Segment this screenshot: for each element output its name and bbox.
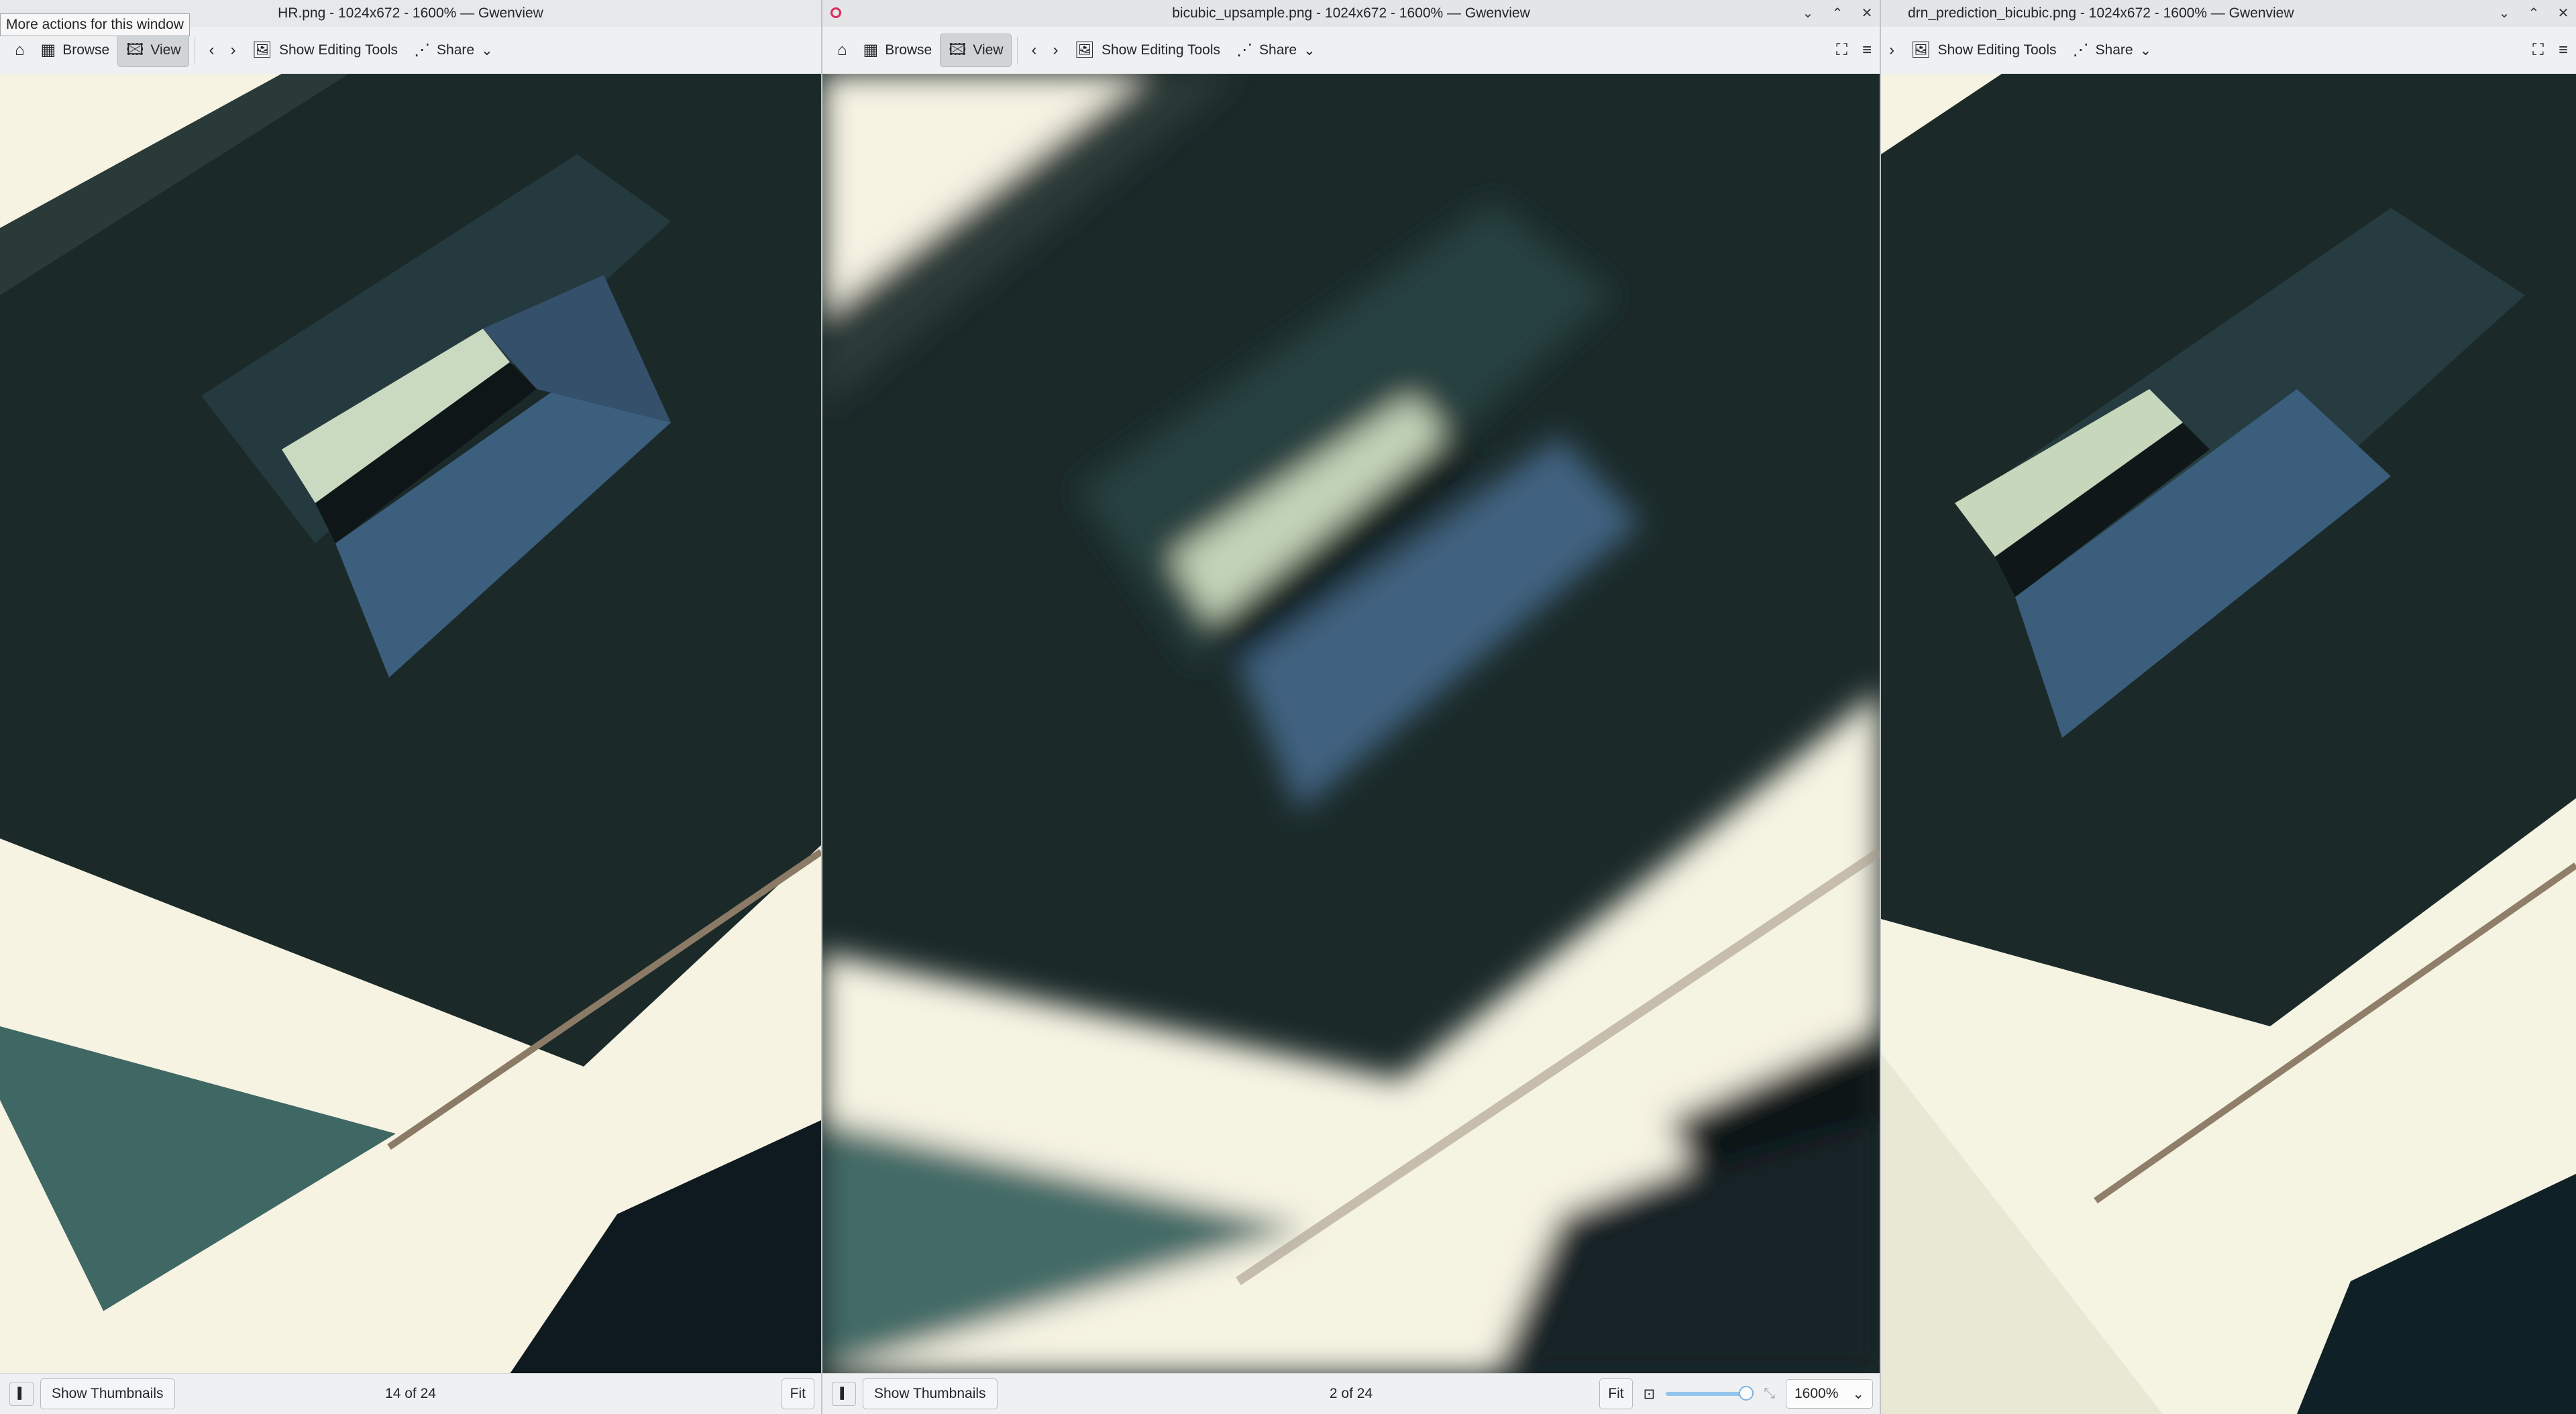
- show-editing-tools-button[interactable]: 🖼 Show Editing Tools: [1902, 34, 2065, 66]
- previous-button[interactable]: ‹: [201, 34, 222, 66]
- home-button[interactable]: ⌂: [829, 34, 855, 66]
- fit-label: Fit: [1608, 1386, 1624, 1401]
- maximize-icon[interactable]: ⌃: [1830, 0, 1845, 27]
- share-label: Share: [1259, 42, 1297, 58]
- main-toolbar: › 🖼 Show Editing Tools ⋰ Share ⌄ ⛶ ≡: [1881, 27, 2576, 74]
- gwenview-app-icon[interactable]: [830, 7, 841, 18]
- titlebar[interactable]: bicubic_upsample.png - 1024x672 - 1600% …: [822, 0, 1880, 27]
- chevron-right-icon: ›: [1889, 41, 1894, 59]
- titlebar[interactable]: drn_prediction_bicubic.png - 1024x672 - …: [1881, 0, 2576, 27]
- zoom-level-combobox[interactable]: 1600% ⌄: [1786, 1379, 1873, 1409]
- share-label: Share: [2095, 42, 2133, 58]
- share-button[interactable]: ⋰ Share ⌄: [1228, 34, 1324, 66]
- show-thumbnails-button[interactable]: Show Thumbnails: [863, 1378, 998, 1409]
- browse-label: Browse: [62, 42, 110, 58]
- browse-label: Browse: [885, 42, 932, 58]
- share-button[interactable]: ⋰ Share ⌄: [2065, 34, 2160, 66]
- show-thumbnails-label: Show Thumbnails: [52, 1386, 164, 1401]
- share-icon: ⋰: [1236, 41, 1253, 59]
- sidebar-icon: ▌: [840, 1388, 848, 1399]
- fit-button[interactable]: Fit: [1599, 1378, 1633, 1409]
- edit-image-icon: 🖼: [252, 41, 272, 59]
- gwenview-window-hr: HR.png - 1024x672 - 1600% — Gwenview ⌂ ▦…: [0, 0, 821, 1414]
- window-title: HR.png - 1024x672 - 1600% — Gwenview: [278, 5, 543, 21]
- view-button[interactable]: 🖾 View: [940, 34, 1012, 67]
- view-button[interactable]: 🖾 View: [117, 34, 190, 67]
- window-actions-tooltip: More actions for this window: [0, 13, 190, 36]
- next-button[interactable]: ›: [222, 34, 244, 66]
- browse-button[interactable]: ▦ Browse: [855, 34, 941, 66]
- fullscreen-icon[interactable]: ⛶: [1836, 42, 1847, 58]
- image-canvas: [1881, 74, 2576, 1414]
- share-button[interactable]: ⋰ Share ⌄: [406, 34, 501, 66]
- sidebar-toggle-button[interactable]: ▌: [9, 1382, 34, 1406]
- browse-button[interactable]: ▦ Browse: [33, 34, 118, 66]
- image-canvas: [822, 74, 1880, 1374]
- home-icon: ⌂: [837, 41, 847, 59]
- next-button[interactable]: ›: [1044, 34, 1066, 66]
- show-editing-tools-button[interactable]: 🖼 Show Editing Tools: [244, 34, 406, 66]
- chevron-right-icon: ›: [1053, 41, 1059, 59]
- share-icon: ⋰: [2072, 41, 2089, 59]
- fit-button[interactable]: Fit: [781, 1378, 814, 1409]
- edit-label: Show Editing Tools: [278, 42, 398, 58]
- fullscreen-icon[interactable]: ⛶: [2532, 42, 2544, 58]
- edit-label: Show Editing Tools: [1937, 42, 2057, 58]
- hamburger-menu-icon[interactable]: ≡: [2559, 42, 2568, 58]
- hamburger-menu-icon[interactable]: ≡: [1862, 42, 1872, 58]
- zoom-level-value: 1600%: [1794, 1386, 1839, 1401]
- image-view[interactable]: [0, 74, 821, 1374]
- maximize-icon[interactable]: ⌃: [2526, 0, 2541, 27]
- main-toolbar: ⌂ ▦ Browse 🖾 View ‹ › 🖼 Show Editing Tools …: [822, 27, 1880, 74]
- close-icon[interactable]: ✕: [1860, 0, 1874, 27]
- view-label: View: [150, 42, 181, 58]
- minimize-icon[interactable]: ⌄: [2497, 0, 2512, 27]
- image-view[interactable]: [822, 74, 1880, 1374]
- next-button[interactable]: ›: [1881, 34, 1902, 66]
- image-view[interactable]: [1881, 74, 2576, 1414]
- previous-button[interactable]: ‹: [1023, 34, 1044, 66]
- zoom-slider-handle[interactable]: [1738, 1386, 1754, 1401]
- window-title: drn_prediction_bicubic.png - 1024x672 - …: [1908, 5, 2294, 21]
- separator: [1017, 37, 1018, 64]
- chevron-down-icon: ⌄: [1852, 1386, 1864, 1402]
- image-canvas: [0, 74, 821, 1374]
- show-editing-tools-button[interactable]: 🖼 Show Editing Tools: [1066, 34, 1228, 66]
- status-bar: ▌ Show Thumbnails 14 of 24 Fit: [0, 1373, 821, 1414]
- edit-label: Show Editing Tools: [1101, 42, 1221, 58]
- grid-icon: ▦: [863, 41, 879, 59]
- share-icon: ⋰: [414, 41, 431, 59]
- chevron-left-icon: ‹: [1031, 41, 1037, 59]
- chevron-down-icon: ⌄: [481, 42, 493, 58]
- gwenview-window-drn: drn_prediction_bicubic.png - 1024x672 - …: [1881, 0, 2576, 1414]
- fit-label: Fit: [790, 1386, 806, 1401]
- close-icon[interactable]: ✕: [2556, 0, 2571, 27]
- show-thumbnails-label: Show Thumbnails: [874, 1386, 986, 1401]
- zoom-to-fit-icon[interactable]: ⊡: [1644, 1386, 1656, 1403]
- image-icon: 🖾: [126, 41, 144, 59]
- window-title: bicubic_upsample.png - 1024x672 - 1600% …: [1172, 5, 1530, 21]
- image-icon: 🖾: [949, 41, 967, 59]
- grid-icon: ▦: [40, 41, 56, 59]
- zoom-full-icon[interactable]: ⤡: [1764, 1386, 1775, 1402]
- home-button[interactable]: ⌂: [7, 34, 33, 66]
- edit-image-icon: 🖼: [1911, 41, 1931, 59]
- status-bar: ▌ Show Thumbnails 2 of 24 Fit ⊡ ⤡ 1600% ⌄: [822, 1373, 1880, 1414]
- chevron-right-icon: ›: [230, 41, 236, 59]
- chevron-left-icon: ‹: [209, 41, 215, 59]
- gwenview-window-bicubic: bicubic_upsample.png - 1024x672 - 1600% …: [821, 0, 1881, 1414]
- chevron-down-icon: ⌄: [1303, 42, 1316, 58]
- minimize-icon[interactable]: ⌄: [1801, 0, 1815, 27]
- sidebar-icon: ▌: [17, 1388, 25, 1399]
- view-label: View: [973, 42, 1004, 58]
- share-label: Share: [437, 42, 475, 58]
- home-icon: ⌂: [15, 41, 25, 59]
- edit-image-icon: 🖼: [1074, 41, 1095, 59]
- zoom-slider[interactable]: [1666, 1386, 1754, 1401]
- chevron-down-icon: ⌄: [2139, 42, 2152, 58]
- show-thumbnails-button[interactable]: Show Thumbnails: [40, 1378, 175, 1409]
- sidebar-toggle-button[interactable]: ▌: [832, 1382, 856, 1406]
